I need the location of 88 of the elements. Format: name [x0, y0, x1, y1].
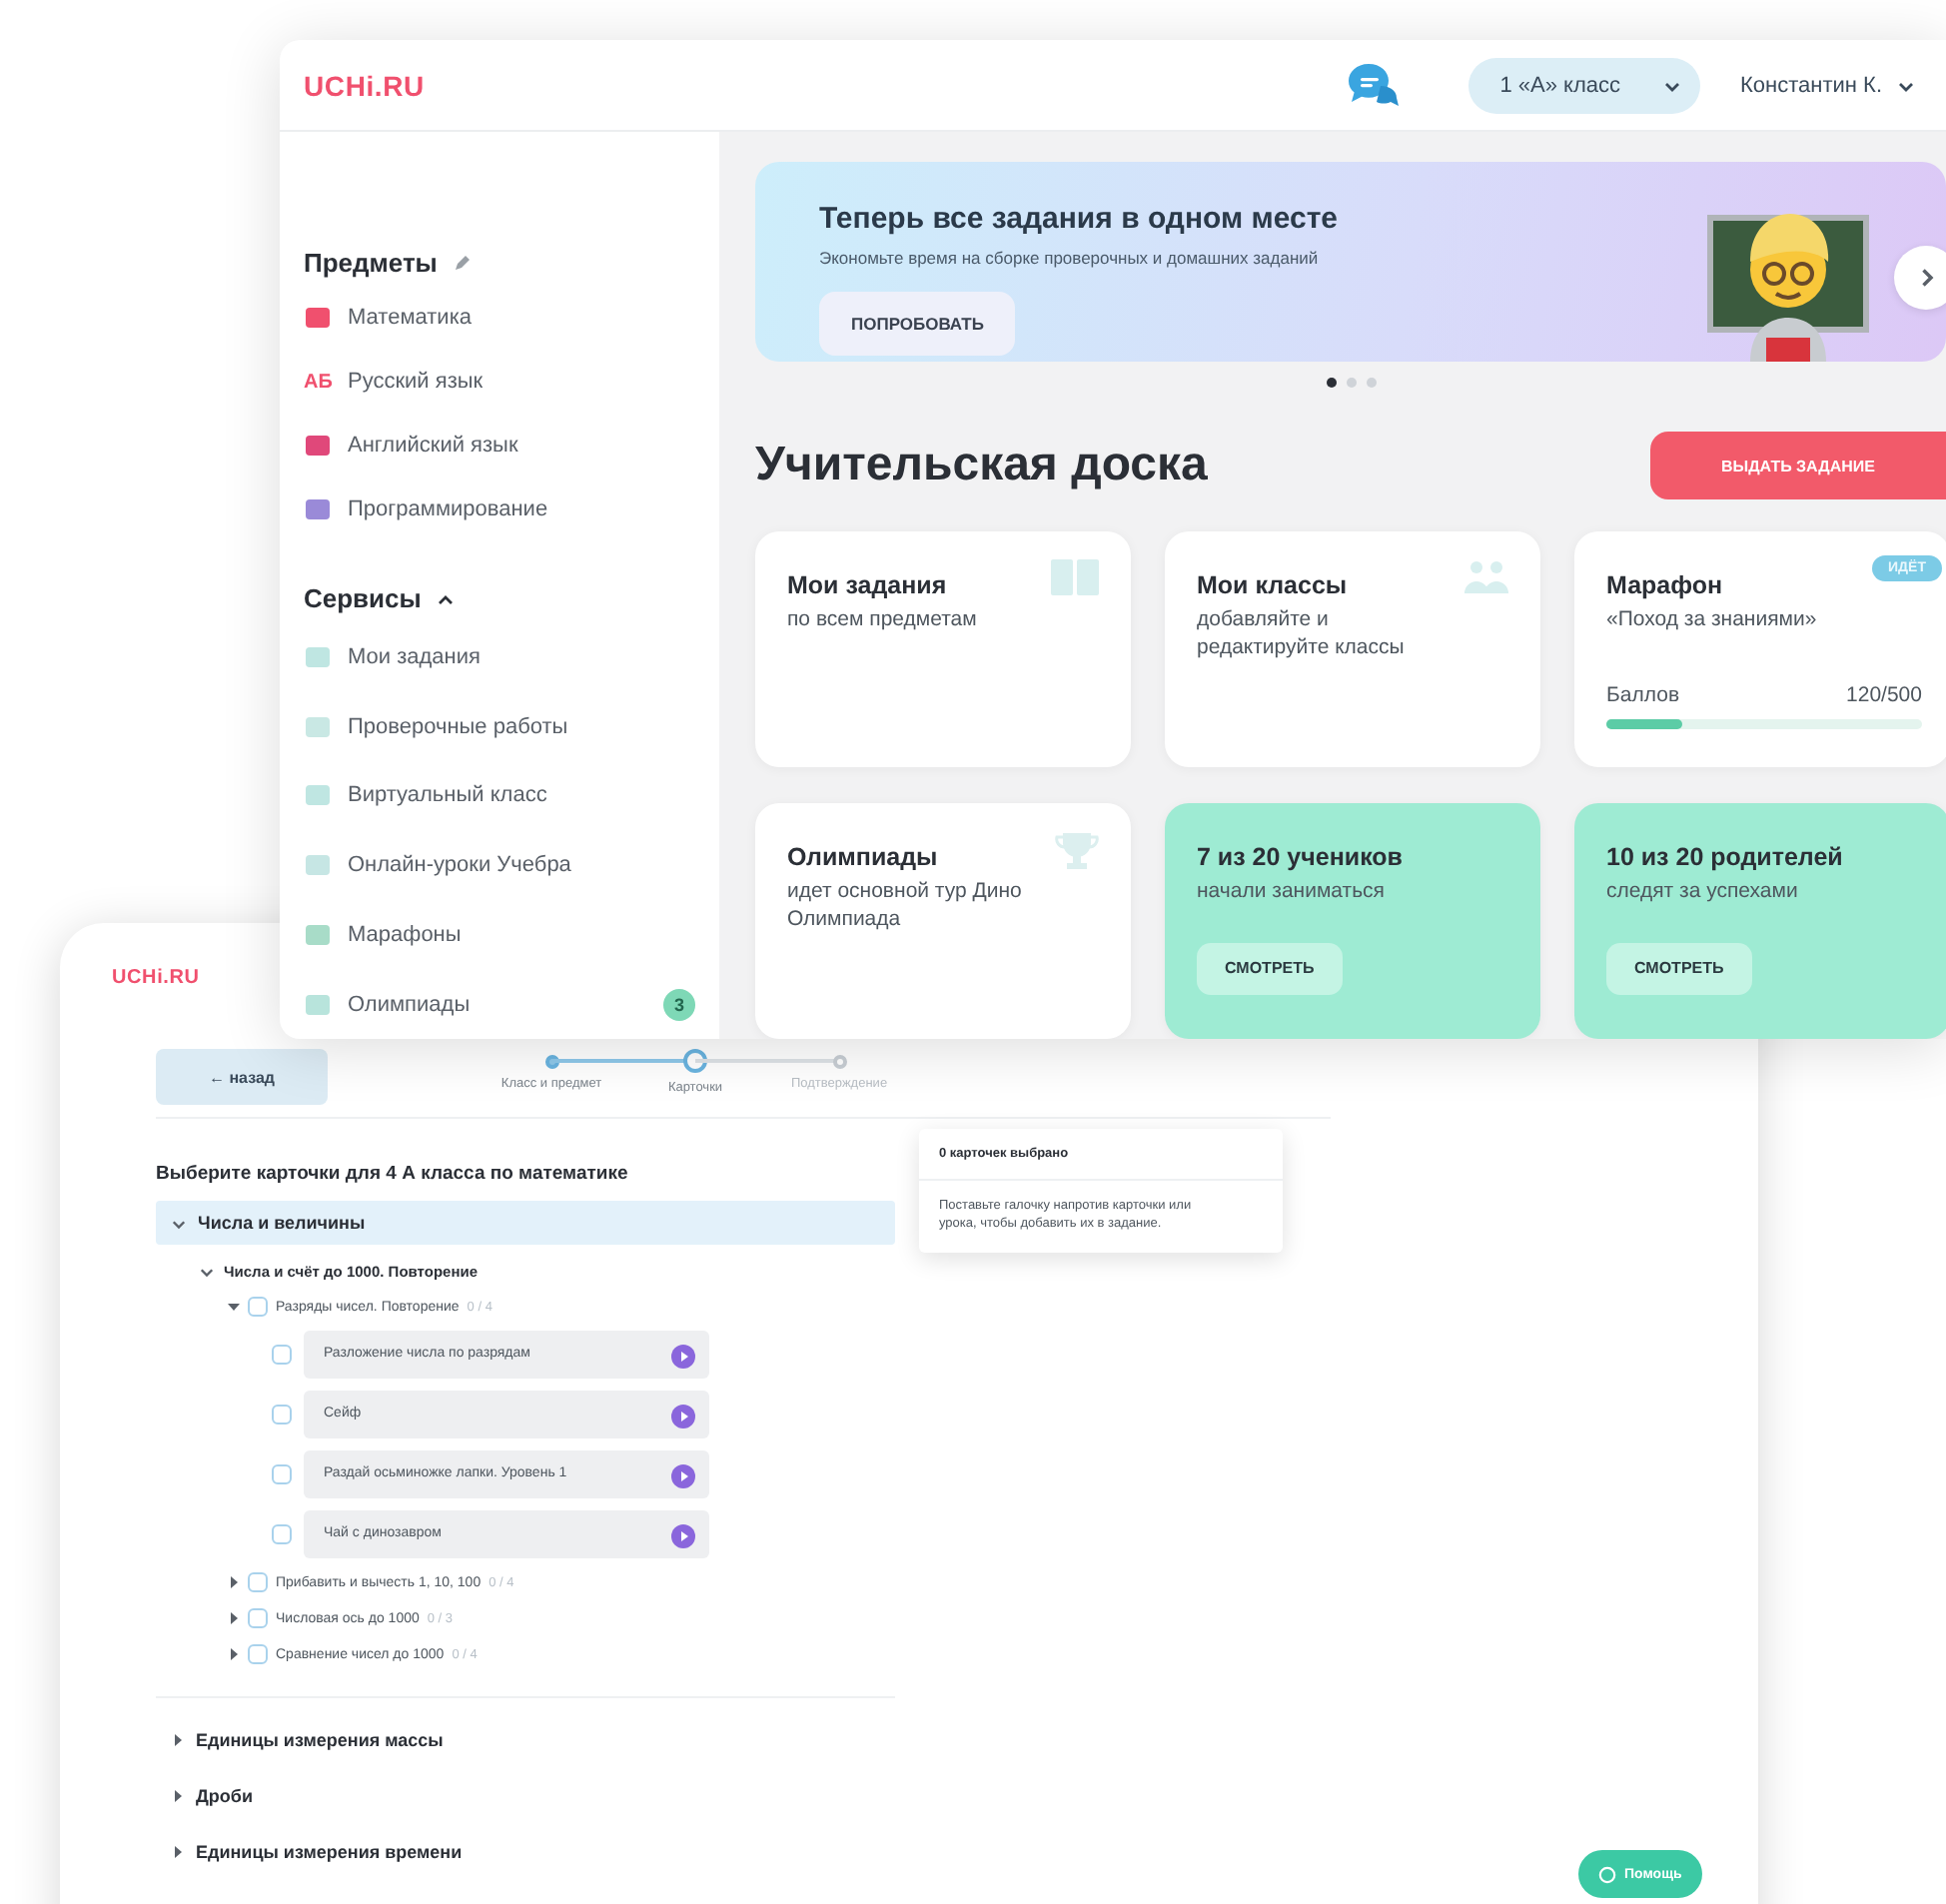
card-subtitle: «Поход за знаниями» — [1606, 607, 1819, 635]
service-link[interactable]: Олимпиады 3 — [304, 969, 719, 1039]
section-title: Предметы — [304, 248, 438, 279]
checkbox[interactable] — [272, 1405, 292, 1425]
checkbox[interactable] — [272, 1524, 292, 1544]
view-button[interactable]: СМОТРЕТЬ — [1197, 942, 1343, 995]
play-icon[interactable] — [671, 1405, 695, 1428]
next-button[interactable] — [1894, 246, 1946, 310]
service-icon — [304, 783, 332, 808]
step-dot[interactable] — [832, 1054, 846, 1068]
card-title: 7 из 20 учеников — [1197, 843, 1403, 871]
service-link[interactable]: Проверочные работы — [304, 691, 719, 761]
caret-icon — [228, 1612, 240, 1624]
dashboard-card[interactable]: Мои классы добавляйте и редактируйте классы — [1165, 531, 1540, 767]
subject-link[interactable]: Английский язык — [304, 413, 719, 477]
play-icon[interactable] — [671, 1464, 695, 1488]
service-link[interactable]: Онлайн-уроки Учебра — [304, 830, 719, 900]
dashboard-card[interactable]: Мои задания по всем предметам — [755, 531, 1131, 767]
service-icon — [304, 992, 332, 1017]
pencil-icon[interactable] — [453, 254, 472, 273]
service-link[interactable]: Марафоны — [304, 899, 719, 970]
caret-icon — [172, 1734, 184, 1746]
card-title: Мои классы — [1197, 571, 1348, 599]
caret-icon — [1898, 77, 1914, 93]
service-icon — [304, 644, 332, 669]
caret-icon — [172, 1216, 186, 1230]
class-select[interactable]: 1 «А» класс — [1467, 57, 1701, 113]
card-subtitle: по всем предметам — [787, 607, 979, 635]
card-title: 10 из 20 родителей — [1606, 843, 1843, 871]
carousel-dot[interactable] — [1366, 378, 1376, 388]
checkbox[interactable] — [272, 1464, 292, 1484]
service-icon — [304, 922, 332, 947]
checkbox[interactable] — [248, 1608, 268, 1628]
step-dot[interactable] — [683, 1049, 707, 1073]
topic-row[interactable]: Единицы измерения времени — [156, 1830, 895, 1874]
service-icon — [304, 714, 332, 738]
subject-link[interactable]: Математика — [304, 286, 719, 351]
service-icon — [304, 853, 332, 878]
caret-icon — [1664, 77, 1681, 93]
caret-icon — [228, 1301, 240, 1313]
checkbox[interactable] — [248, 1644, 268, 1664]
banner-title: Теперь все задания в одном месте — [819, 202, 1341, 236]
subject-link[interactable]: АБ Русский язык — [304, 350, 719, 414]
trophy-icon — [1055, 831, 1099, 871]
view-button[interactable]: СМОТРЕТЬ — [1606, 942, 1752, 995]
back-button[interactable]: ← назад — [156, 1049, 328, 1105]
progress-label: Баллов — [1606, 682, 1680, 707]
play-icon[interactable] — [671, 1524, 695, 1548]
checkbox[interactable] — [248, 1572, 268, 1592]
user-menu[interactable]: Константин К. — [1728, 71, 1926, 99]
carousel-dot[interactable] — [1346, 378, 1356, 388]
book-icon — [1051, 559, 1099, 595]
page-heading: Выберите карточки для 4 А класса по математике — [156, 1163, 630, 1185]
card-subtitle: следят за успехами — [1606, 879, 1800, 907]
chat-icon[interactable] — [1344, 61, 1401, 109]
topic-row[interactable]: Единицы измерения массы — [156, 1718, 895, 1762]
caret-icon — [228, 1648, 240, 1660]
subject-icon: АБ — [304, 371, 332, 394]
caret-icon — [437, 590, 454, 607]
service-link[interactable]: Мои задания — [304, 621, 719, 692]
service-link[interactable]: Виртуальный класс — [304, 760, 719, 831]
people-icon — [1464, 559, 1508, 595]
card-subtitle: начали заниматься — [1197, 879, 1387, 907]
card-title: Олимпиады — [787, 843, 938, 871]
caret-icon — [172, 1846, 184, 1858]
caret-icon — [200, 1264, 214, 1278]
section-title: Сервисы — [304, 583, 422, 614]
card-subtitle: идет основной тур Дино Олимпиада — [787, 879, 1024, 934]
caret-icon — [1916, 268, 1936, 288]
card-subtitle: добавляйте и редактируйте классы — [1197, 607, 1407, 662]
play-icon[interactable] — [671, 1345, 695, 1369]
card-title: Мои задания — [787, 571, 947, 599]
topic-row[interactable]: Дроби — [156, 1774, 895, 1818]
topic-row[interactable]: Числа и величины — [156, 1201, 895, 1245]
carousel-dot[interactable] — [1326, 378, 1336, 388]
dashboard-card[interactable]: Олимпиады идет основной тур Дино Олимпиада — [755, 803, 1131, 1039]
try-button[interactable]: ПОПРОБОВАТЬ — [819, 292, 1016, 356]
page-title: Учительская доска — [755, 438, 1208, 493]
checkbox[interactable] — [248, 1297, 268, 1317]
caret-icon — [228, 1576, 240, 1588]
banner-subtitle: Экономьте время на сборке проверочных и домашних заданий — [819, 248, 1321, 268]
caret-icon — [172, 1790, 184, 1802]
card-title: Марафон — [1606, 571, 1723, 599]
subject-link[interactable]: Программирование — [304, 476, 719, 541]
count-badge: 3 — [663, 988, 695, 1021]
progress-reading: 120/500 — [1846, 682, 1922, 707]
help-icon — [1598, 1865, 1616, 1883]
checkbox[interactable] — [272, 1345, 292, 1365]
